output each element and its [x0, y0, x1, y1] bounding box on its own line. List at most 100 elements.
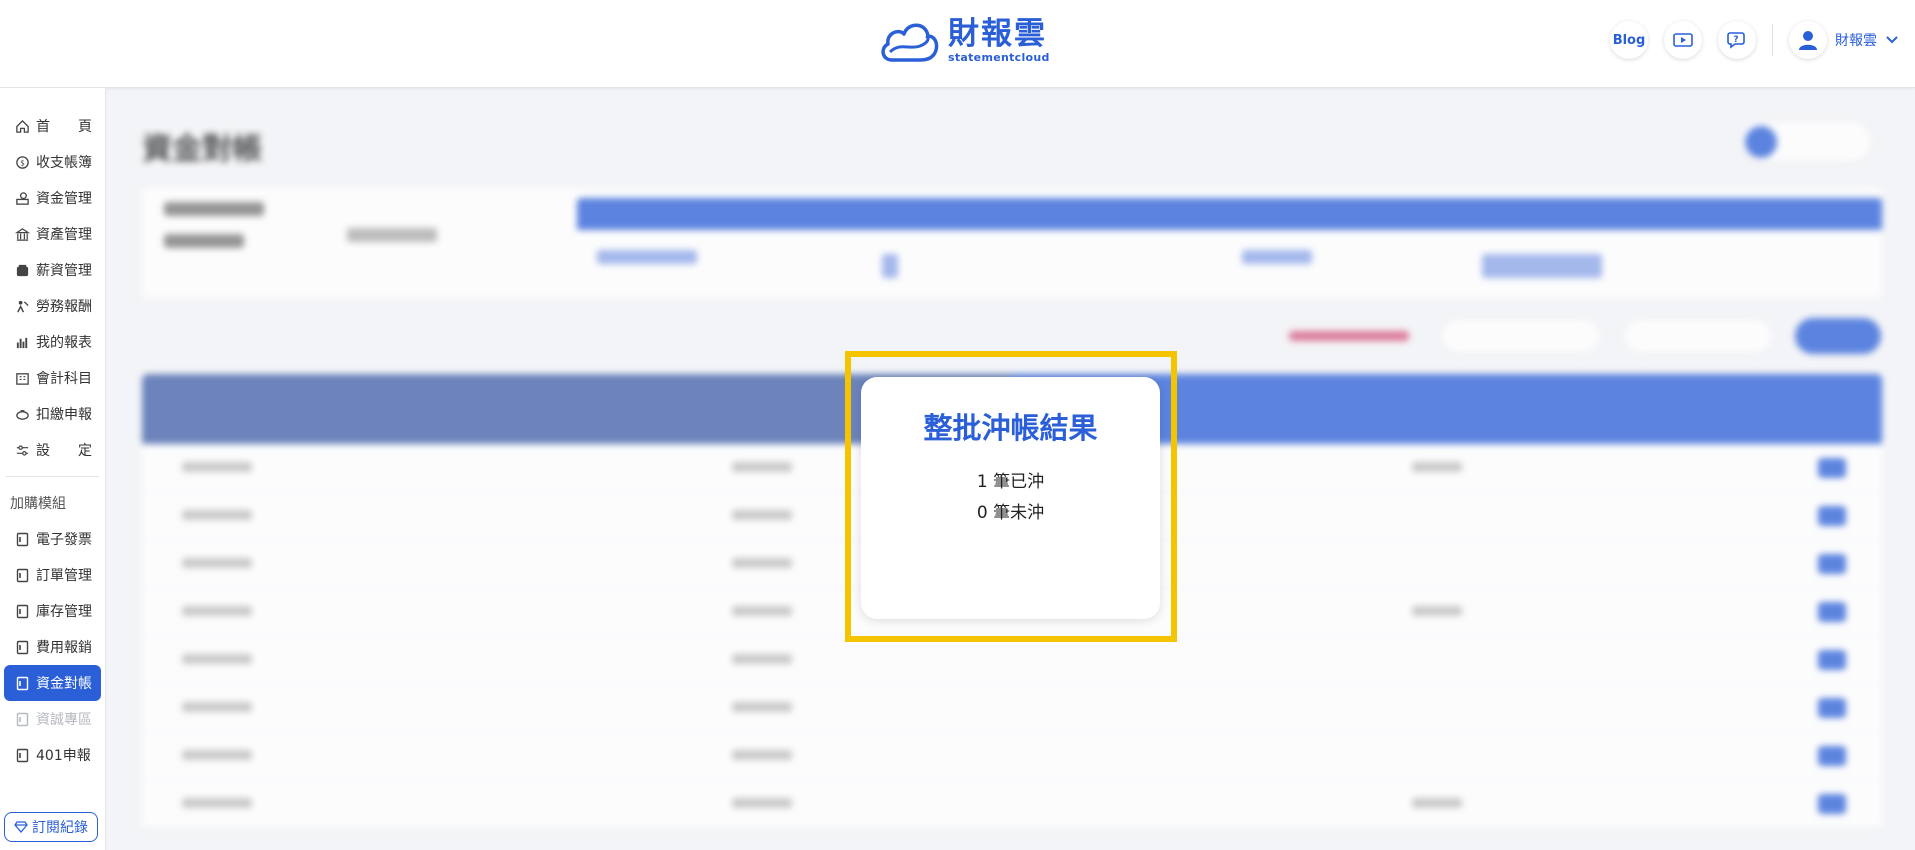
summary-placeholder: [1242, 250, 1312, 264]
home-icon: [14, 118, 30, 134]
module-icon: [14, 711, 30, 727]
module-icon: [14, 675, 30, 691]
sidebar-item-label: 資產管理: [36, 227, 92, 243]
user-menu[interactable]: 財報雲: [1789, 21, 1899, 59]
sidebar-item-label: 勞務報酬: [36, 299, 92, 315]
summary-card: [142, 188, 1882, 298]
sidebar-item-label: 資誠專區: [36, 712, 92, 728]
toolbar-button[interactable]: [1623, 318, 1773, 354]
summary-placeholder: [347, 228, 437, 242]
avatar: [1789, 21, 1827, 59]
user-icon: [1799, 31, 1817, 50]
sidebar-item-funds[interactable]: 資金管理: [4, 180, 101, 216]
subscription-label: 訂閱紀錄: [32, 820, 88, 836]
diamond-icon: [14, 821, 28, 833]
sidebar-item-payroll[interactable]: 薪資管理: [4, 252, 101, 288]
sidebar-section-title: 加購模組: [10, 496, 66, 512]
video-guide-button[interactable]: [1664, 21, 1702, 59]
bank-icon: [14, 226, 30, 242]
brand-name: 財報雲: [948, 16, 1047, 52]
table-row[interactable]: [142, 684, 1882, 732]
sidebar-module-401[interactable]: 401申報: [4, 737, 101, 773]
toolbar-button[interactable]: [1441, 318, 1601, 354]
sidebar-item-settings[interactable]: 設 定: [4, 432, 101, 468]
sidebar-item-label: 我的報表: [36, 335, 92, 351]
piggy-icon: [14, 406, 30, 422]
sidebar-module-inventory[interactable]: 庫存管理: [4, 593, 101, 629]
summary-placeholder: [164, 202, 264, 216]
sidebar-item-accounts[interactable]: 會計科目: [4, 360, 101, 396]
sidebar-item-label: 費用報銷: [36, 640, 92, 656]
bar-chart-icon: [14, 334, 30, 350]
summary-placeholder: [597, 250, 697, 264]
sliders-icon: [14, 442, 30, 458]
sidebar-item-label: 401申報: [36, 748, 91, 764]
sidebar-item-label: 資金對帳: [36, 676, 92, 692]
blog-button[interactable]: Blog: [1610, 21, 1648, 59]
chat-question-icon: ?: [1727, 32, 1745, 49]
svg-text:?: ?: [1733, 35, 1738, 45]
table-row[interactable]: [142, 636, 1882, 684]
summary-placeholder: [1482, 254, 1602, 278]
reconciled-count: 1 筆已沖: [976, 472, 1045, 492]
user-name: 財報雲: [1835, 33, 1877, 49]
summary-header-bar: [577, 198, 1882, 230]
summary-placeholder: [882, 254, 898, 278]
unreconciled-count: 0 筆未沖: [976, 503, 1045, 523]
dialog-title: 整批沖帳結果: [923, 411, 1098, 445]
sidebar-item-ledger[interactable]: $ 收支帳簿: [4, 144, 101, 180]
toolbar-primary-button[interactable]: [1795, 318, 1881, 354]
sidebar-item-label: 扣繳申報: [36, 407, 92, 423]
svg-text:$: $: [20, 158, 25, 167]
subscription-button[interactable]: 訂閱紀錄: [4, 812, 98, 842]
chevron-down-icon: [1886, 36, 1898, 44]
sidebar-module-expenses[interactable]: 費用報銷: [4, 629, 101, 665]
building-icon: [14, 370, 30, 386]
brand-subtitle: statementcloud: [948, 51, 1050, 64]
module-icon: [14, 531, 30, 547]
sidebar-item-reports[interactable]: 我的報表: [4, 324, 101, 360]
page-title: 資金對帳: [142, 132, 262, 167]
sidebar-item-label: 收支帳簿: [36, 155, 92, 171]
table-row[interactable]: [142, 780, 1882, 828]
sidebar-divider: [6, 476, 99, 477]
summary-placeholder: [164, 234, 244, 248]
top-action-button[interactable]: [1741, 122, 1871, 162]
coin-icon: $: [14, 154, 30, 170]
sidebar-module-pwc-zone[interactable]: 資誠專區: [4, 701, 101, 737]
module-icon: [14, 603, 30, 619]
sidebar-module-reconciliation[interactable]: 資金對帳: [4, 665, 101, 701]
toolbar-link[interactable]: [1279, 318, 1419, 354]
sidebar-item-label: 會計科目: [36, 371, 92, 387]
sidebar-item-label: 首 頁: [36, 119, 92, 135]
module-icon: [14, 567, 30, 583]
sidebar-item-label: 設 定: [36, 443, 92, 459]
brand-logo[interactable]: 財報雲 statementcloud: [876, 16, 1050, 66]
sidebar-module-orders[interactable]: 訂單管理: [4, 557, 101, 593]
toolbar-actions: [1279, 316, 1881, 356]
sidebar-item-label: 電子發票: [36, 532, 92, 548]
sidebar-item-label: 訂單管理: [36, 568, 92, 584]
sidebar-item-label: 庫存管理: [36, 604, 92, 620]
table-row[interactable]: [142, 732, 1882, 780]
app-header: 財報雲 statementcloud Blog ? 財報雲: [0, 0, 1915, 88]
blog-label: Blog: [1612, 32, 1646, 48]
action-icon: [1745, 126, 1777, 158]
batch-reconcile-result-dialog: 整批沖帳結果 1 筆已沖 0 筆未沖: [861, 377, 1160, 619]
header-divider: [1772, 24, 1773, 56]
wallet-icon: [14, 262, 30, 278]
money-hand-icon: [14, 190, 30, 206]
video-icon: [1673, 33, 1693, 47]
worker-icon: [14, 298, 30, 314]
help-button[interactable]: ?: [1718, 21, 1756, 59]
sidebar-item-assets[interactable]: 資產管理: [4, 216, 101, 252]
sidebar-item-label: 資金管理: [36, 191, 92, 207]
sidebar: 首 頁 $ 收支帳簿 資金管理 資產管理 薪資管理 勞務報酬 我的報表 會計科目…: [0, 88, 106, 850]
sidebar-item-withholding[interactable]: 扣繳申報: [4, 396, 101, 432]
module-icon: [14, 639, 30, 655]
sidebar-item-home[interactable]: 首 頁: [4, 108, 101, 144]
sidebar-item-labor[interactable]: 勞務報酬: [4, 288, 101, 324]
module-icon: [14, 747, 30, 763]
sidebar-module-einvoice[interactable]: 電子發票: [4, 521, 101, 557]
cloud-logo-icon: [881, 23, 939, 62]
